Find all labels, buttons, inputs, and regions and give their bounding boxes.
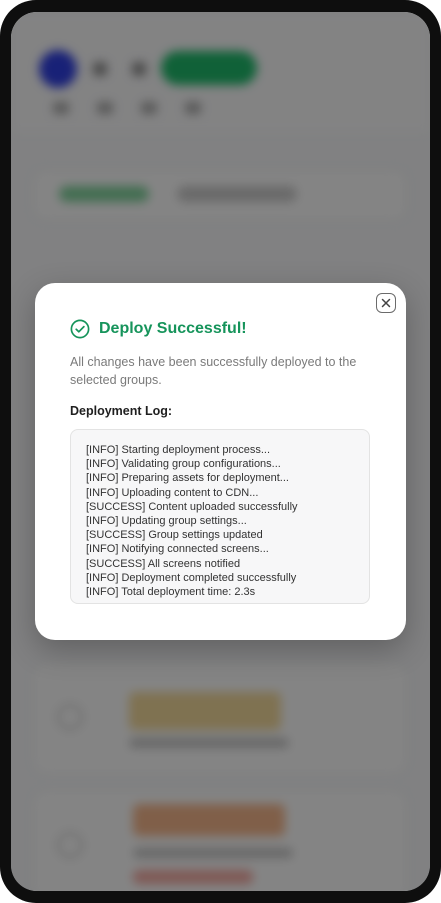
deploy-success-dialog: Deploy Successful! All changes have been… — [35, 283, 406, 640]
deployment-log[interactable]: [INFO] Starting deployment process... [I… — [70, 429, 370, 604]
log-line: [SUCCESS] Group settings updated — [86, 529, 263, 542]
device-frame: Deploy Successful! All changes have been… — [0, 0, 441, 903]
log-line: [INFO] Validating group configurations..… — [86, 458, 281, 471]
log-line: [INFO] Starting deployment process... — [86, 444, 271, 456]
log-line: [INFO] Updating group settings... — [86, 515, 247, 528]
log-line: [SUCCESS] Content uploaded successfully — [86, 500, 298, 513]
app-screen: Deploy Successful! All changes have been… — [11, 12, 430, 891]
dialog-title: Deploy Successful! — [99, 320, 247, 337]
log-line: [SUCCESS] All screens notified — [86, 557, 241, 570]
log-line: [INFO] Uploading content to CDN... — [86, 486, 259, 499]
log-line: [INFO] Preparing assets for deployment..… — [86, 472, 289, 485]
close-button[interactable] — [376, 293, 396, 313]
log-line: [INFO] Deployment completed successfully — [86, 571, 297, 584]
log-label: Deployment Log: — [70, 404, 173, 418]
log-line: [INFO] Notifying connected screens... — [86, 543, 269, 556]
dialog-description: All changes have been successfully deplo… — [70, 355, 357, 387]
dialog-header: Deploy Successful! — [70, 319, 247, 339]
close-icon — [381, 298, 391, 308]
check-circle-icon — [70, 319, 90, 339]
log-line: [INFO] Total deployment time: 2.3s — [86, 586, 256, 599]
